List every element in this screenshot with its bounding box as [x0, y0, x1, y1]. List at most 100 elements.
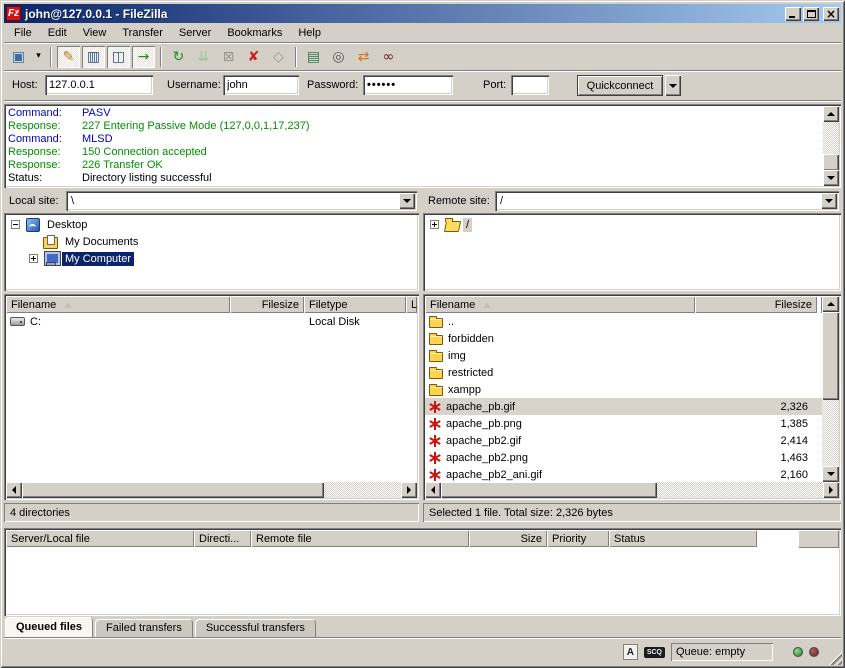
- file-row[interactable]: forbidden: [425, 330, 822, 347]
- remote-vertical-scrollbar[interactable]: [822, 296, 839, 482]
- scroll-thumb[interactable]: [822, 312, 839, 400]
- arrow-up-icon: [827, 112, 835, 116]
- queue-tab[interactable]: Failed transfers: [95, 619, 193, 637]
- file-row[interactable]: apache_pb2.gif 2,414: [425, 432, 822, 449]
- password-input[interactable]: [363, 75, 453, 95]
- cancel-icon[interactable]: ⊠: [217, 46, 240, 68]
- minimize-button[interactable]: [785, 7, 801, 21]
- file-icon: [429, 435, 441, 447]
- queue-tab[interactable]: Queued files: [5, 617, 93, 637]
- local-site-dropdown-button[interactable]: [399, 193, 415, 209]
- file-row[interactable]: img: [425, 347, 822, 364]
- site-manager-dropdown-icon[interactable]: ▾: [32, 46, 45, 68]
- column-header[interactable]: Priority: [547, 530, 609, 547]
- tree-item[interactable]: Desktop: [4, 216, 419, 233]
- sync-browse-icon[interactable]: ⇄: [352, 46, 375, 68]
- scroll-thumb[interactable]: [22, 482, 324, 498]
- file-name: apache_pb.gif: [446, 401, 515, 413]
- column-label: Filename: [11, 299, 56, 311]
- scroll-left-button[interactable]: [425, 482, 441, 498]
- disconnect-icon[interactable]: ✘: [242, 46, 265, 68]
- tree-item[interactable]: My Computer: [4, 250, 419, 267]
- menu-item[interactable]: Server: [171, 25, 219, 41]
- local-horizontal-scrollbar[interactable]: [6, 482, 417, 498]
- scroll-down-button[interactable]: [823, 170, 839, 186]
- file-row[interactable]: apache_pb2_ani.gif 2,160: [425, 466, 822, 482]
- file-row[interactable]: apache_pb.gif 2,326: [425, 398, 822, 415]
- remote-site-combobox[interactable]: /: [495, 191, 839, 211]
- column-header[interactable]: Filesize: [230, 296, 304, 313]
- scroll-up-button[interactable]: [823, 106, 839, 122]
- arrow-left-icon: [431, 486, 435, 494]
- close-button[interactable]: ×: [823, 7, 839, 21]
- column-header[interactable]: Remote file: [251, 530, 469, 547]
- menu-item[interactable]: Bookmarks: [219, 25, 290, 41]
- scroll-thumb[interactable]: [823, 154, 839, 171]
- column-header[interactable]: Filetype: [304, 296, 406, 313]
- tree-item[interactable]: /: [423, 216, 841, 233]
- port-input[interactable]: [511, 75, 549, 95]
- arrow-left-icon: [12, 486, 16, 494]
- tree-item[interactable]: My Documents: [4, 233, 419, 250]
- file-icon: [429, 401, 441, 413]
- file-row[interactable]: C: Local Disk: [6, 313, 417, 330]
- scroll-down-button[interactable]: [822, 466, 839, 482]
- remote-site-dropdown-button[interactable]: [821, 193, 837, 209]
- menu-item[interactable]: Edit: [40, 25, 75, 41]
- scroll-thumb[interactable]: [441, 482, 657, 498]
- column-header[interactable]: Size: [469, 530, 547, 547]
- toggle-local-tree-icon[interactable]: ▥: [82, 46, 105, 68]
- file-name: apache_pb2_ani.gif: [446, 469, 542, 481]
- quickconnect-button[interactable]: Quickconnect: [577, 75, 663, 96]
- log-line-text: MLSD: [82, 133, 113, 145]
- toggle-queue-icon[interactable]: →: [132, 46, 155, 68]
- column-header[interactable]: Filesize: [695, 296, 817, 313]
- queue-tab[interactable]: Successful transfers: [195, 619, 316, 637]
- scroll-right-button[interactable]: [401, 482, 417, 498]
- toolbar-separator: [295, 47, 297, 67]
- scroll-up-button[interactable]: [822, 296, 839, 312]
- file-row[interactable]: restricted: [425, 364, 822, 381]
- local-site-combobox[interactable]: \: [66, 191, 417, 211]
- tree-expander[interactable]: [11, 220, 20, 229]
- file-row[interactable]: ..: [425, 313, 822, 330]
- sort-ascending-icon: [483, 302, 491, 308]
- file-row[interactable]: apache_pb.png 1,385: [425, 415, 822, 432]
- column-header[interactable]: Status: [609, 530, 757, 547]
- remote-horizontal-scrollbar[interactable]: [425, 482, 839, 498]
- file-row[interactable]: apache_pb2.png 1,463: [425, 449, 822, 466]
- file-size: 2,414: [695, 435, 817, 447]
- compare-icon[interactable]: ◎: [327, 46, 350, 68]
- menu-item[interactable]: Help: [290, 25, 329, 41]
- username-input[interactable]: [223, 75, 299, 95]
- cancel-operation-icon[interactable]: ◇: [267, 46, 290, 68]
- find-icon[interactable]: ∞: [377, 46, 400, 68]
- menu-item[interactable]: Transfer: [114, 25, 171, 41]
- file-icon: [429, 386, 443, 396]
- column-header[interactable]: Server/Local file: [6, 530, 194, 547]
- toggle-message-log-icon[interactable]: ✎: [57, 46, 80, 68]
- file-icon: [429, 335, 443, 345]
- column-header[interactable]: Filename: [6, 296, 230, 313]
- host-input[interactable]: [45, 75, 153, 95]
- maximize-button[interactable]: [803, 7, 819, 21]
- process-queue-icon[interactable]: ⇊: [192, 46, 215, 68]
- tree-expander[interactable]: [29, 254, 38, 263]
- tree-item-label: My Computer: [62, 252, 134, 266]
- scroll-right-button[interactable]: [823, 482, 839, 498]
- column-header[interactable]: Filename: [425, 296, 695, 313]
- toggle-remote-tree-icon[interactable]: ◫: [107, 46, 130, 68]
- column-header[interactable]: Directi...: [194, 530, 251, 547]
- filter-icon[interactable]: ▤: [302, 46, 325, 68]
- site-manager-icon[interactable]: ▣: [7, 46, 30, 68]
- log-scrollbar[interactable]: [823, 106, 839, 186]
- tree-expander[interactable]: [430, 220, 439, 229]
- file-name: C:: [30, 316, 41, 328]
- menu-item[interactable]: File: [6, 25, 40, 41]
- menu-item[interactable]: View: [75, 25, 115, 41]
- file-row[interactable]: xampp: [425, 381, 822, 398]
- refresh-icon[interactable]: ↻: [167, 46, 190, 68]
- column-header[interactable]: L: [406, 296, 417, 313]
- quickconnect-dropdown-button[interactable]: [665, 75, 681, 96]
- scroll-left-button[interactable]: [6, 482, 22, 498]
